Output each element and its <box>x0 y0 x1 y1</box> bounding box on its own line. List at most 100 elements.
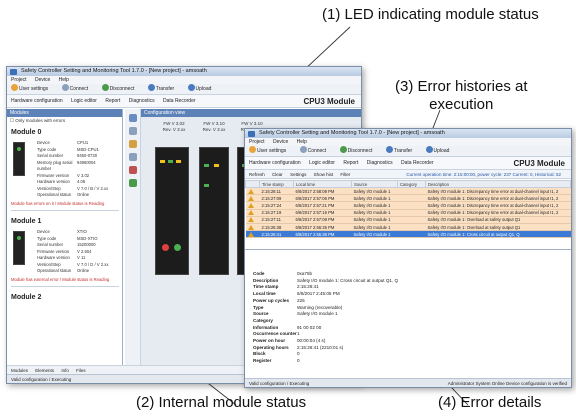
diagnostics-button[interactable]: Diagnostics <box>129 98 155 104</box>
hardware-config-button[interactable]: Hardware configuration <box>249 160 301 166</box>
module-0-block: Module 0 Device CPU1 Type code MSD-CPU1 Se… <box>7 125 122 214</box>
app-icon <box>248 130 255 137</box>
menu-device[interactable]: Device <box>35 77 50 83</box>
table-row[interactable]: 2:15:27:24 6/8/2017 2:57:21 PM Safety I/O … <box>245 201 571 210</box>
diagnostics-button[interactable]: Diagnostics <box>367 160 393 166</box>
cpu-module-label: CPU3 Module <box>303 97 355 106</box>
diagnostics-subbar: Refresh Clear Settings Show hist Filter … <box>245 170 571 179</box>
hardware-config-button[interactable]: Hardware configuration <box>11 98 63 104</box>
transfer-button[interactable]: Transfer <box>385 146 418 154</box>
table-row-selected[interactable]: 2:15:26:41 6/8/2017 2:55:38 PM Safety I/O … <box>245 230 571 239</box>
tab-info[interactable]: Info <box>61 368 69 373</box>
user-settings-button[interactable]: User settings <box>249 146 292 154</box>
tab-files[interactable]: Files <box>76 368 86 373</box>
module-1-block: Module 1 Device XTIO Type code MSD-XTIO Se… <box>7 214 122 290</box>
only-errors-checkbox[interactable]: ☐ Only modules with errors <box>7 117 122 125</box>
menu-project[interactable]: Project <box>249 139 265 145</box>
module-0-warning: Module has errors on it / Module status … <box>11 200 105 206</box>
detail-field: Code 0xa75b <box>253 271 313 276</box>
menu-help[interactable]: Help <box>297 139 307 145</box>
cpu-module-label: CPU3 Module <box>513 159 565 168</box>
transfer-icon <box>147 84 155 91</box>
callout-led-status: (1) LED indicating module status <box>322 6 539 23</box>
table-row[interactable]: 2:15:28:11 6/8/2017 2:58:08 PM Safety I/O … <box>245 187 571 196</box>
module-0-image <box>13 142 25 176</box>
led-indicator <box>162 244 169 251</box>
connect-button[interactable]: Connect <box>61 84 95 92</box>
menu-help[interactable]: Help <box>59 77 69 83</box>
user-icon <box>249 146 256 153</box>
refresh-button[interactable]: Refresh <box>249 172 265 177</box>
back-window-titlebar[interactable]: Safety Controller Setting and Monitoring… <box>7 67 361 76</box>
front-status-left: Valid configuration / Executing <box>249 381 310 386</box>
divider <box>11 286 119 287</box>
disconnect-button[interactable]: Disconnect <box>101 84 141 92</box>
col-header-description[interactable]: Description <box>425 180 571 188</box>
tab-elements[interactable]: Elements <box>35 368 54 373</box>
detail-field: Local time 6/8/2017 2:45:05 PM <box>253 291 340 297</box>
warning-icon <box>247 202 254 208</box>
upload-button[interactable]: Upload <box>187 84 218 92</box>
callout-internal-status: (2) Internal module status <box>136 394 307 411</box>
cpu-module-unit[interactable] <box>155 147 189 275</box>
table-row[interactable]: 2:15:26:38 6/8/2017 2:56:35 PM Safety I/O … <box>245 223 571 232</box>
logic-editor-button[interactable]: Logic editor <box>309 160 335 166</box>
report-button[interactable]: Report <box>343 160 358 166</box>
warning-icon <box>247 217 254 223</box>
menu-device[interactable]: Device <box>273 139 288 145</box>
io-module-unit-1[interactable] <box>199 147 229 275</box>
warning-icon <box>247 231 254 237</box>
table-row[interactable]: 2:15:27:09 6/8/2017 2:57:06 PM Safety I/O … <box>245 194 571 203</box>
upload-button[interactable]: Upload <box>425 146 456 154</box>
tool-icon-4[interactable] <box>128 153 137 161</box>
detail-field: Source Safety I/O module 1 <box>253 311 338 317</box>
table-row[interactable]: 2:15:27:19 6/8/2017 2:57:16 PM Safety I/O … <box>245 209 571 217</box>
menu-project[interactable]: Project <box>11 77 27 83</box>
tool-icon-6[interactable] <box>128 179 137 187</box>
led-indicator <box>204 184 209 187</box>
callout-error-histories-line1: (3) Error histories at <box>395 78 528 95</box>
data-recorder-button[interactable]: Data Recorder <box>401 160 434 166</box>
tool-icon-2[interactable] <box>128 127 137 135</box>
callout-error-histories: (3) Error histories at execution <box>395 78 528 114</box>
settings-button[interactable]: Settings <box>290 172 306 177</box>
transfer-button[interactable]: Transfer <box>147 84 180 92</box>
callout-error-details: (4) Error details <box>438 394 542 411</box>
module-field: Operational status Online <box>37 268 90 273</box>
front-window-titlebar[interactable]: Safety Controller Setting and Monitoring… <box>245 129 571 138</box>
tab-modules[interactable]: Modules <box>11 368 28 373</box>
show-hist-button[interactable]: Show hist <box>314 172 334 177</box>
disconnect-icon <box>339 146 347 153</box>
col-header-source[interactable]: Source <box>351 180 398 188</box>
detail-field: Description Safety I/O module 1: Cross ci… <box>253 277 399 283</box>
col-header-category[interactable]: Category <box>397 180 426 188</box>
tool-icon-3[interactable] <box>128 140 137 148</box>
led-indicator <box>176 160 181 163</box>
transfer-icon <box>385 146 393 153</box>
warning-icon <box>247 195 254 201</box>
warning-icon <box>247 210 254 216</box>
upload-icon <box>187 84 195 91</box>
back-toolbar: User settings Connect Disconnect Transfe… <box>7 84 361 95</box>
report-button[interactable]: Report <box>105 98 120 104</box>
operation-time-info: Current operation time: 2:15:00:00, powe… <box>406 172 561 177</box>
warning-icon <box>247 188 254 194</box>
module-status-panel: Modules ☐ Only modules with errors Modul… <box>7 109 123 365</box>
col-header-local-time[interactable]: Local time <box>293 180 352 188</box>
filter-button[interactable]: Filter <box>340 172 350 177</box>
tool-icon-5[interactable] <box>128 166 137 174</box>
hardware-view-header: Configuration view <box>141 109 361 117</box>
disconnect-button[interactable]: Disconnect <box>339 146 379 154</box>
clear-button[interactable]: Clear <box>272 172 283 177</box>
data-recorder-button[interactable]: Data Recorder <box>163 98 196 104</box>
divider <box>11 210 119 211</box>
user-settings-button[interactable]: User settings <box>11 84 54 92</box>
connect-button[interactable]: Connect <box>299 146 333 154</box>
led-indicator <box>160 160 165 163</box>
detail-field: Operating hours 2:15:26:41 (2210:01 s) <box>253 344 344 350</box>
front-status-right: Administrator System Online Device confi… <box>447 381 567 386</box>
logic-editor-button[interactable]: Logic editor <box>71 98 97 104</box>
tool-icon-1[interactable] <box>128 114 137 122</box>
col-header-time-stamp[interactable]: Time stamp <box>259 180 294 188</box>
table-row[interactable]: 2:15:27:11 6/8/2017 2:57:08 PM Safety I/O … <box>245 216 571 224</box>
